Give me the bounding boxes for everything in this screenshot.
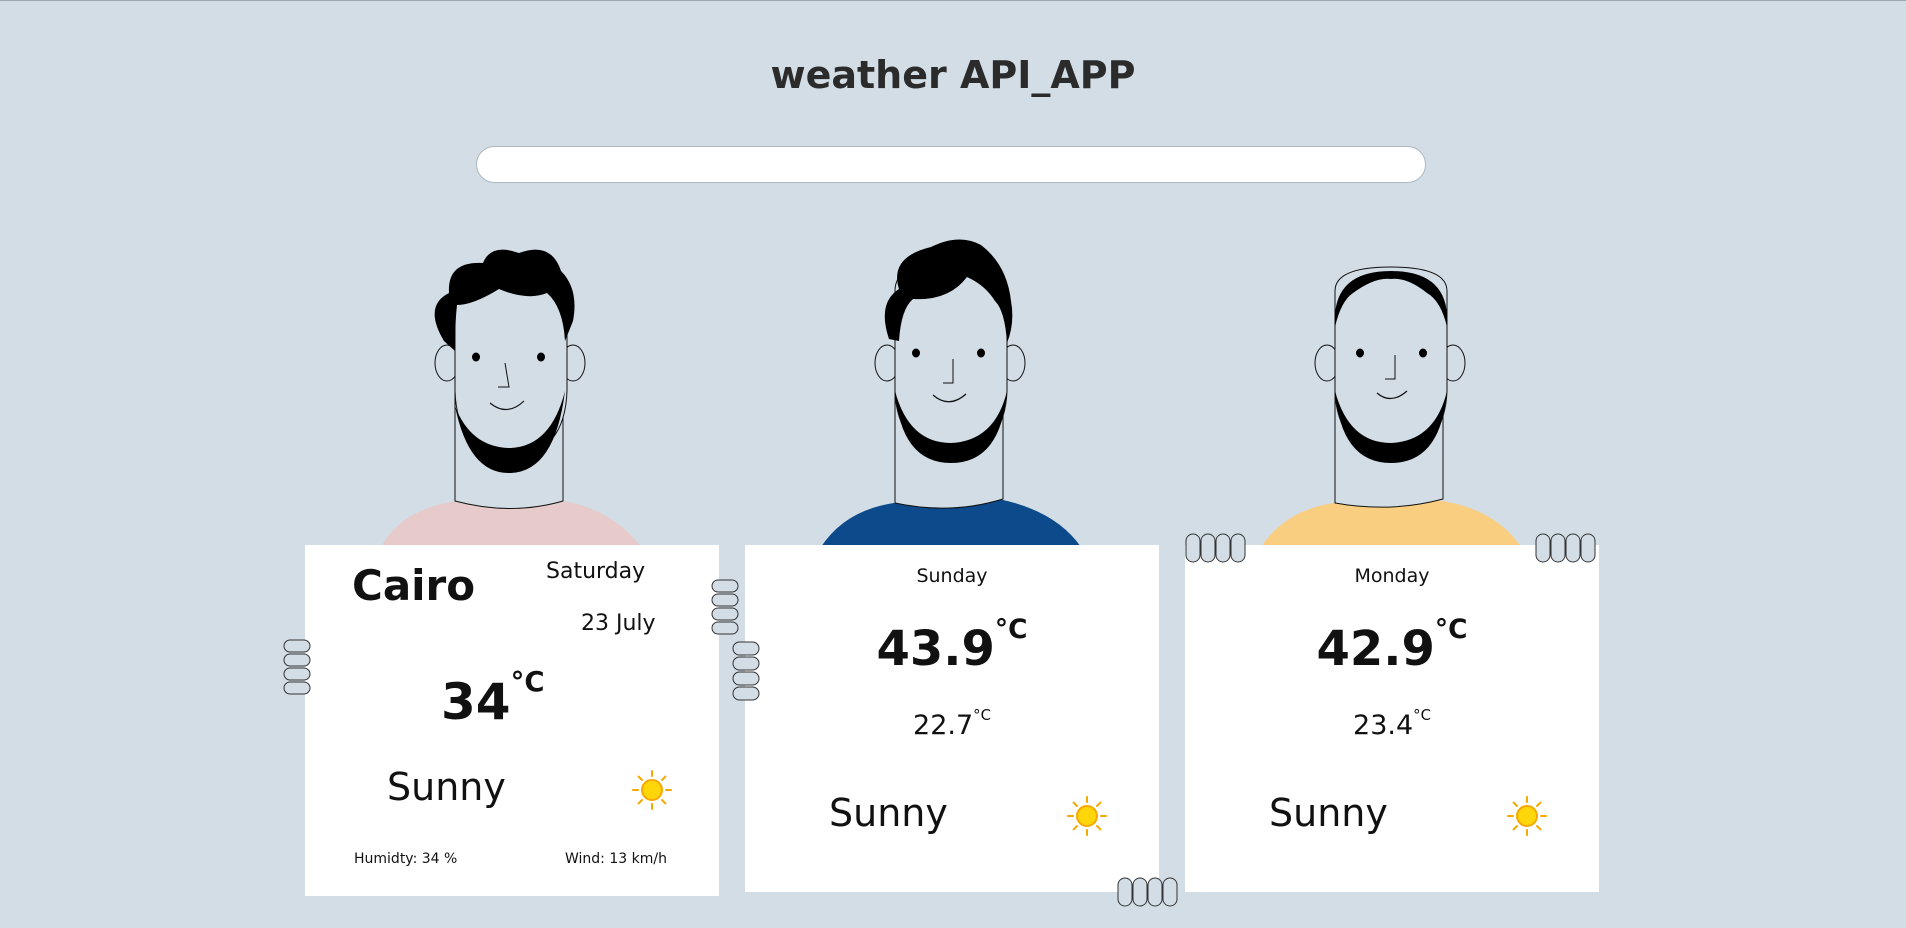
humidity-value: Humidty: 34 % bbox=[354, 851, 458, 867]
forecast-day: Sunday bbox=[916, 565, 988, 587]
sun-icon bbox=[631, 769, 673, 811]
hand-fingers-icon bbox=[1535, 533, 1599, 563]
forecast-day: Monday bbox=[1354, 565, 1430, 587]
temp-unit: °C bbox=[1413, 706, 1431, 725]
temp-unit: °C bbox=[510, 666, 545, 699]
wind-value: Wind: 13 km/h bbox=[565, 851, 667, 867]
min-temp-value: 23.4 bbox=[1353, 710, 1414, 741]
sun-icon bbox=[1066, 795, 1108, 837]
today-temp-value: 34 bbox=[441, 673, 511, 731]
city-name: Cairo bbox=[352, 561, 476, 610]
hand-fingers-icon bbox=[1117, 877, 1181, 907]
hand-fingers-icon bbox=[1185, 533, 1249, 563]
hand-fingers-icon bbox=[283, 639, 311, 697]
today-condition: Sunny bbox=[387, 765, 506, 809]
today-date: 23 July bbox=[581, 611, 656, 636]
forecast-max-temp: 43.9°C bbox=[745, 614, 1159, 677]
forecast-min-temp: 23.4°C bbox=[1185, 706, 1599, 741]
hand-fingers-icon bbox=[732, 641, 760, 703]
sun-icon bbox=[1506, 795, 1548, 837]
person-illustration-1 bbox=[381, 249, 641, 547]
forecast-min-temp: 22.7°C bbox=[745, 706, 1159, 741]
forecast-max-temp: 42.9°C bbox=[1185, 614, 1599, 677]
forecast-card-1: Sunday 43.9°C 22.7°C Sunny bbox=[745, 545, 1159, 892]
today-weather-card: Cairo Saturday 23 July 34°C Sunny Humidt… bbox=[305, 545, 719, 896]
temp-unit: °C bbox=[994, 614, 1028, 646]
min-temp-value: 22.7 bbox=[913, 710, 974, 741]
forecast-condition: Sunny bbox=[829, 791, 948, 835]
temp-unit: °C bbox=[1434, 614, 1468, 646]
forecast-condition: Sunny bbox=[1269, 791, 1388, 835]
forecast-card-2: Monday 42.9°C 23.4°C Sunny bbox=[1185, 545, 1599, 892]
hand-fingers-icon bbox=[711, 579, 739, 637]
search-input[interactable] bbox=[476, 146, 1426, 183]
person-illustration-3 bbox=[1261, 266, 1521, 547]
max-temp-value: 43.9 bbox=[876, 621, 995, 677]
today-temperature: 34°C bbox=[441, 666, 545, 731]
person-illustration-2 bbox=[821, 239, 1081, 547]
temp-unit: °C bbox=[973, 706, 991, 725]
page-title: weather API_APP bbox=[770, 53, 1136, 97]
today-day: Saturday bbox=[546, 559, 646, 584]
max-temp-value: 42.9 bbox=[1316, 621, 1435, 677]
